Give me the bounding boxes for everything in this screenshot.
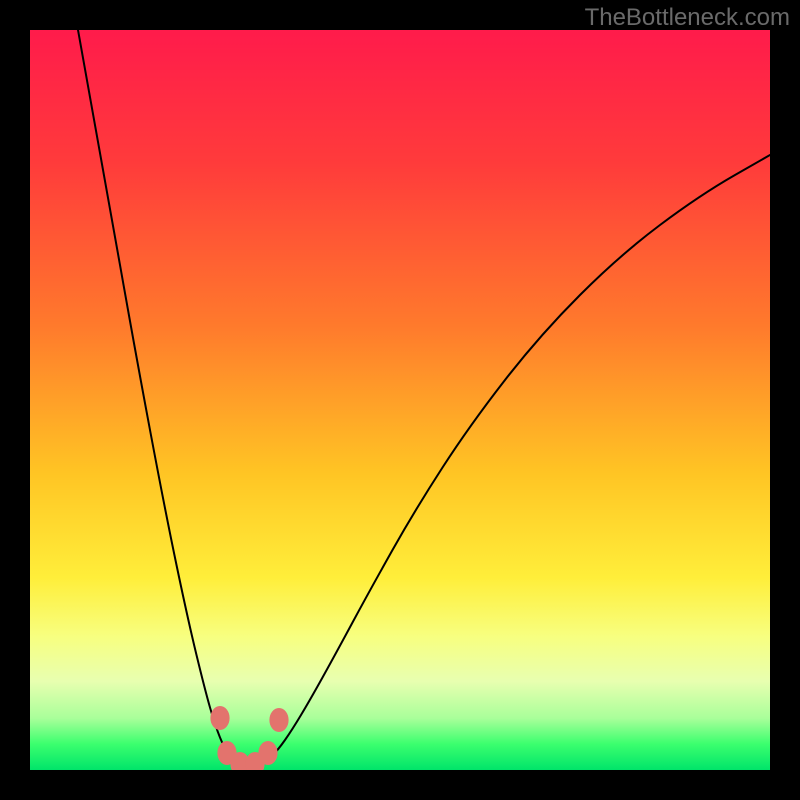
- marker-dot: [269, 708, 288, 732]
- watermark-text: TheBottleneck.com: [585, 4, 790, 32]
- plot-area: [30, 30, 770, 770]
- gradient-background: [30, 30, 770, 770]
- chart-frame: TheBottleneck.com: [0, 0, 800, 800]
- marker-dot: [210, 706, 229, 730]
- chart-svg: [30, 30, 770, 770]
- marker-dot: [258, 741, 277, 765]
